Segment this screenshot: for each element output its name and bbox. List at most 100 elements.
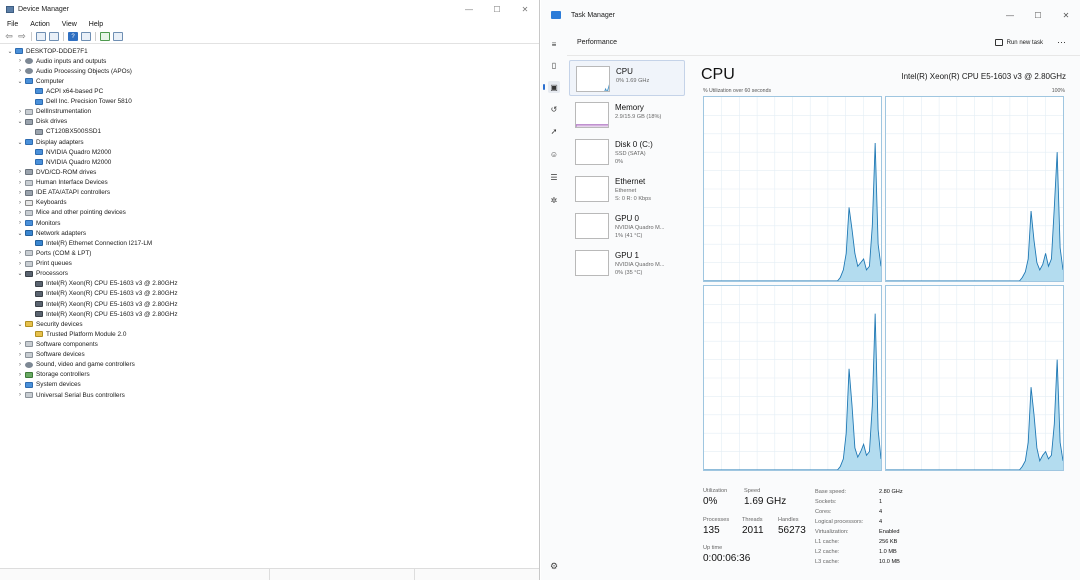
tree-item[interactable]: Intel(R) Xeon(R) CPU E5-1603 v3 @ 2.80GH… — [26, 309, 178, 319]
tree-item[interactable]: › Keyboards — [16, 198, 67, 208]
startup-apps-icon[interactable]: ➚ — [548, 125, 560, 137]
dm-menubar: File Action View Help — [0, 18, 539, 30]
services-icon[interactable]: ✲ — [548, 194, 560, 206]
maximize-button[interactable]: ☐ — [483, 5, 511, 14]
chevron-down-icon[interactable]: ⌄ — [16, 139, 24, 146]
chevron-right-icon[interactable]: › — [16, 169, 24, 175]
chevron-right-icon[interactable]: › — [16, 372, 24, 378]
monitor-icon[interactable] — [113, 32, 123, 41]
perf-item-cpu[interactable]: CPU 0% 1.69 GHz — [569, 60, 685, 96]
minimize-button[interactable]: — — [455, 5, 483, 14]
tree-item[interactable]: ⌄ Network adapters — [16, 228, 86, 238]
tree-item[interactable]: ⌄ Security devices — [16, 319, 82, 329]
tree-item[interactable]: ACPI x64-based PC — [26, 86, 103, 96]
tree-item[interactable]: › Print queues — [16, 259, 72, 269]
back-arrow-icon[interactable]: ⇦ — [4, 31, 14, 41]
tree-item[interactable]: NVIDIA Quadro M2000 — [26, 147, 111, 157]
settings-gear-icon[interactable]: ⚙ — [550, 561, 558, 572]
tree-item[interactable]: ⌄ Computer — [16, 76, 64, 86]
properties-icon[interactable] — [49, 32, 59, 41]
tree-item[interactable]: › DellInstrumentation — [16, 107, 91, 117]
menu-view[interactable]: View — [62, 21, 77, 28]
tree-item[interactable]: ⌄ Disk drives — [16, 117, 67, 127]
chevron-right-icon[interactable]: › — [16, 382, 24, 388]
tree-item[interactable]: › Software components — [16, 339, 98, 349]
processes-icon[interactable]: ▯ — [548, 59, 560, 71]
details-icon[interactable]: ☰ — [548, 171, 560, 183]
tree-item[interactable]: Intel(R) Ethernet Connection I217-LM — [26, 238, 152, 248]
menu-action[interactable]: Action — [30, 21, 49, 28]
chevron-right-icon[interactable]: › — [16, 190, 24, 196]
chevron-down-icon[interactable]: ⌄ — [16, 230, 24, 237]
tree-item[interactable]: ⌄ Display adapters — [16, 137, 83, 147]
run-new-task-button[interactable]: Run new task — [994, 39, 1043, 46]
more-options-icon[interactable]: ⋯ — [1057, 37, 1066, 48]
chevron-down-icon[interactable]: ⌄ — [16, 270, 24, 277]
tree-item[interactable]: › Ports (COM & LPT) — [16, 248, 91, 258]
tree-item[interactable]: › Software devices — [16, 350, 85, 360]
chevron-right-icon[interactable]: › — [16, 352, 24, 358]
chevron-right-icon[interactable]: › — [16, 68, 24, 74]
dm-window-title: Device Manager — [18, 5, 69, 13]
chevron-right-icon[interactable]: › — [16, 250, 24, 256]
chevron-right-icon[interactable]: › — [16, 220, 24, 226]
chevron-right-icon[interactable]: › — [16, 261, 24, 267]
perf-item-ethernet[interactable]: Ethernet Ethernet S: 0 R: 0 Kbps — [569, 171, 685, 207]
run-new-task-label: Run new task — [1006, 39, 1043, 46]
close-button[interactable]: ✕ — [1052, 11, 1080, 20]
perf-item-gpu-0[interactable]: GPU 0 NVIDIA Quadro M... 1% (41 °C) — [569, 208, 685, 244]
users-icon[interactable]: ☺ — [548, 148, 560, 160]
cpu-core-graph-0 — [703, 96, 882, 282]
tree-item[interactable]: NVIDIA Quadro M2000 — [26, 157, 111, 167]
console-tree-icon[interactable] — [36, 32, 46, 41]
perf-item-disk-0-c[interactable]: Disk 0 (C:) SSD (SATA) 0% — [569, 134, 685, 170]
minimize-button[interactable]: — — [996, 11, 1024, 20]
tree-item-label: Universal Serial Bus controllers — [36, 391, 125, 399]
tree-item[interactable]: Dell Inc. Precision Tower 5810 — [26, 97, 132, 107]
menu-file[interactable]: File — [7, 21, 18, 28]
performance-icon[interactable]: ▣ — [543, 81, 560, 93]
chevron-down-icon[interactable]: ⌄ — [16, 321, 24, 328]
menu-help[interactable]: Help — [89, 21, 103, 28]
chevron-right-icon[interactable]: › — [16, 362, 24, 368]
scan-hardware-icon[interactable] — [100, 32, 110, 41]
chevron-right-icon[interactable]: › — [16, 109, 24, 115]
tree-item[interactable]: › System devices — [16, 380, 81, 390]
tree-item[interactable]: Intel(R) Xeon(R) CPU E5-1603 v3 @ 2.80GH… — [26, 289, 178, 299]
forward-arrow-icon[interactable]: ⇨ — [17, 31, 27, 41]
cpu-spec-table: Base speed: 2.80 GHz Sockets: 1 Cores: 4 Logic… — [815, 487, 925, 567]
tree-item[interactable]: › Audio Processing Objects (APOs) — [16, 66, 132, 76]
app-history-icon[interactable]: ↺ — [548, 103, 560, 115]
tree-item[interactable]: ⌄ Processors — [16, 269, 67, 279]
chevron-right-icon[interactable]: › — [16, 210, 24, 216]
hamburger-menu-icon[interactable]: ≡ — [548, 38, 560, 50]
tree-item[interactable]: › Storage controllers — [16, 370, 90, 380]
chevron-down-icon[interactable]: ⌄ — [16, 118, 24, 125]
close-button[interactable]: ✕ — [511, 5, 539, 14]
tree-item[interactable]: Trusted Platform Module 2.0 — [26, 329, 126, 339]
perf-item-gpu-1[interactable]: GPU 1 NVIDIA Quadro M... 0% (35 °C) — [569, 245, 685, 281]
tree-item[interactable]: › Audio inputs and outputs — [16, 56, 106, 66]
chevron-right-icon[interactable]: › — [16, 392, 24, 398]
tree-item[interactable]: › Monitors — [16, 218, 61, 228]
tree-item[interactable]: › Universal Serial Bus controllers — [16, 390, 125, 400]
tree-item[interactable]: ⌄ DESKTOP-DDDE7F1 — [6, 46, 87, 56]
tree-item[interactable]: › Sound, video and game controllers — [16, 360, 135, 370]
tree-item[interactable]: › DVD/CD-ROM drives — [16, 167, 96, 177]
tree-item[interactable]: Intel(R) Xeon(R) CPU E5-1603 v3 @ 2.80GH… — [26, 299, 178, 309]
tree-item[interactable]: Intel(R) Xeon(R) CPU E5-1603 v3 @ 2.80GH… — [26, 279, 178, 289]
maximize-button[interactable]: ☐ — [1024, 11, 1052, 20]
chevron-down-icon[interactable]: ⌄ — [6, 48, 14, 55]
tree-item[interactable]: › IDE ATA/ATAPI controllers — [16, 188, 110, 198]
chevron-right-icon[interactable]: › — [16, 341, 24, 347]
tree-item[interactable]: CT120BX500SSD1 — [26, 127, 101, 137]
update-driver-icon[interactable] — [81, 32, 91, 41]
help-icon[interactable]: ? — [68, 32, 78, 41]
perf-item-memory[interactable]: Memory 2.9/15.9 GB (18%) — [569, 97, 685, 133]
tree-item[interactable]: › Human Interface Devices — [16, 178, 108, 188]
tree-item[interactable]: › Mice and other pointing devices — [16, 208, 126, 218]
chevron-right-icon[interactable]: › — [16, 200, 24, 206]
chevron-right-icon[interactable]: › — [16, 180, 24, 186]
chevron-down-icon[interactable]: ⌄ — [16, 78, 24, 85]
chevron-right-icon[interactable]: › — [16, 58, 24, 64]
